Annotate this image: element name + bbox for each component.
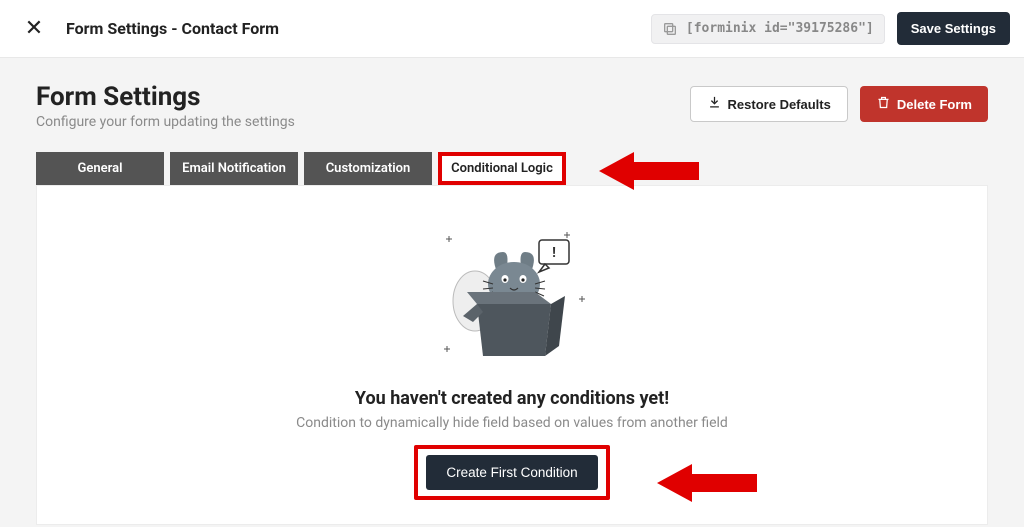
topbar: ✕ Form Settings - Contact Form [forminix… [0,0,1024,58]
copy-icon [662,21,678,37]
create-first-condition-button[interactable]: Create First Condition [426,455,597,490]
page-title: Form Settings [36,82,295,112]
save-settings-button[interactable]: Save Settings [897,12,1010,45]
shortcode-text: [forminix id="39175286"] [686,21,874,36]
restore-icon [707,95,722,113]
empty-illustration: ! [427,226,597,376]
tab-email-notification[interactable]: Email Notification [170,152,298,185]
close-icon[interactable]: ✕ [22,16,46,41]
annotation-arrow-cta [657,458,757,508]
content-panel: ! [36,185,988,525]
delete-label: Delete Form [897,97,972,112]
page-header: Form Settings Configure your form updati… [36,82,988,130]
shortcode-box[interactable]: [forminix id="39175286"] [651,14,885,44]
empty-description: Condition to dynamically hide field base… [296,415,728,431]
restore-defaults-button[interactable]: Restore Defaults [690,86,848,122]
page-subtitle: Configure your form updating the setting… [36,114,295,130]
page-actions: Restore Defaults Delete Form [690,86,988,122]
topbar-title: Form Settings - Contact Form [66,19,279,38]
tab-conditional-logic[interactable]: Conditional Logic [438,152,566,185]
svg-text:!: ! [552,245,556,261]
annotation-highlight-cta: Create First Condition [414,445,609,500]
empty-title: You haven't created any conditions yet! [355,388,669,409]
restore-label: Restore Defaults [728,97,831,112]
trash-icon [876,95,891,113]
tab-customization[interactable]: Customization [304,152,432,185]
tab-general[interactable]: General [36,152,164,185]
tabs: General Email Notification Customization… [36,152,988,185]
delete-form-button[interactable]: Delete Form [860,86,988,122]
